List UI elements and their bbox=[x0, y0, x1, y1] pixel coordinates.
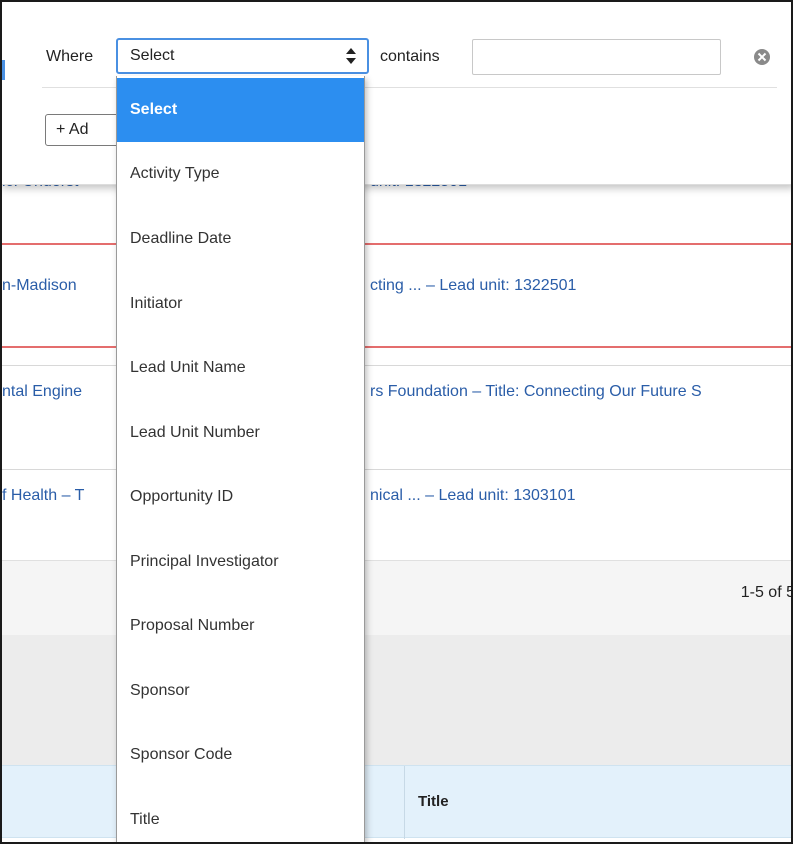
contains-input[interactable] bbox=[472, 39, 721, 75]
screen-frame: ic: Underst unit: 1322501 n-Madison ctin… bbox=[0, 0, 793, 844]
left-edge-indicator bbox=[2, 60, 5, 80]
dropdown-option[interactable]: Deadline Date bbox=[117, 207, 364, 271]
pagination-range: 1-5 of 5 bbox=[740, 584, 793, 601]
field-select[interactable]: Select bbox=[116, 38, 369, 74]
dropdown-option[interactable]: Title bbox=[117, 788, 364, 842]
field-select-value: Select bbox=[130, 47, 175, 64]
dropdown-option[interactable]: Opportunity ID bbox=[117, 465, 364, 529]
dropdown-option[interactable]: Lead Unit Number bbox=[117, 401, 364, 465]
dropdown-option[interactable]: Activity Type bbox=[117, 142, 364, 206]
field-options-list: Select Activity Type Deadline Date Initiato… bbox=[116, 76, 365, 842]
dropdown-option[interactable]: Select bbox=[117, 78, 364, 142]
dropdown-option[interactable]: Sponsor bbox=[117, 659, 364, 723]
dropdown-option[interactable]: Proposal Number bbox=[117, 594, 364, 658]
dropdown-option[interactable]: Lead Unit Name bbox=[117, 336, 364, 400]
column-divider bbox=[404, 766, 405, 839]
result-link-left[interactable]: f Health – T bbox=[2, 487, 84, 505]
column-header-title[interactable]: Title bbox=[418, 793, 449, 810]
clear-filter-icon[interactable] bbox=[753, 48, 771, 66]
result-link-right[interactable]: cting ... – Lead unit: 1322501 bbox=[370, 277, 576, 295]
select-arrows-icon bbox=[346, 48, 356, 64]
dropdown-option[interactable]: Initiator bbox=[117, 272, 364, 336]
result-link-right[interactable]: rs Foundation – Title: Connecting Our Fu… bbox=[370, 383, 702, 401]
where-label: Where bbox=[46, 48, 94, 65]
result-link-left[interactable]: n-Madison bbox=[2, 277, 77, 295]
dropdown-option[interactable]: Sponsor Code bbox=[117, 723, 364, 787]
result-link-left[interactable]: ntal Engine bbox=[2, 383, 82, 401]
dropdown-option[interactable]: Principal Investigator bbox=[117, 530, 364, 594]
contains-label: contains bbox=[380, 48, 440, 65]
result-link-right[interactable]: nical ... – Lead unit: 1303101 bbox=[370, 487, 576, 505]
